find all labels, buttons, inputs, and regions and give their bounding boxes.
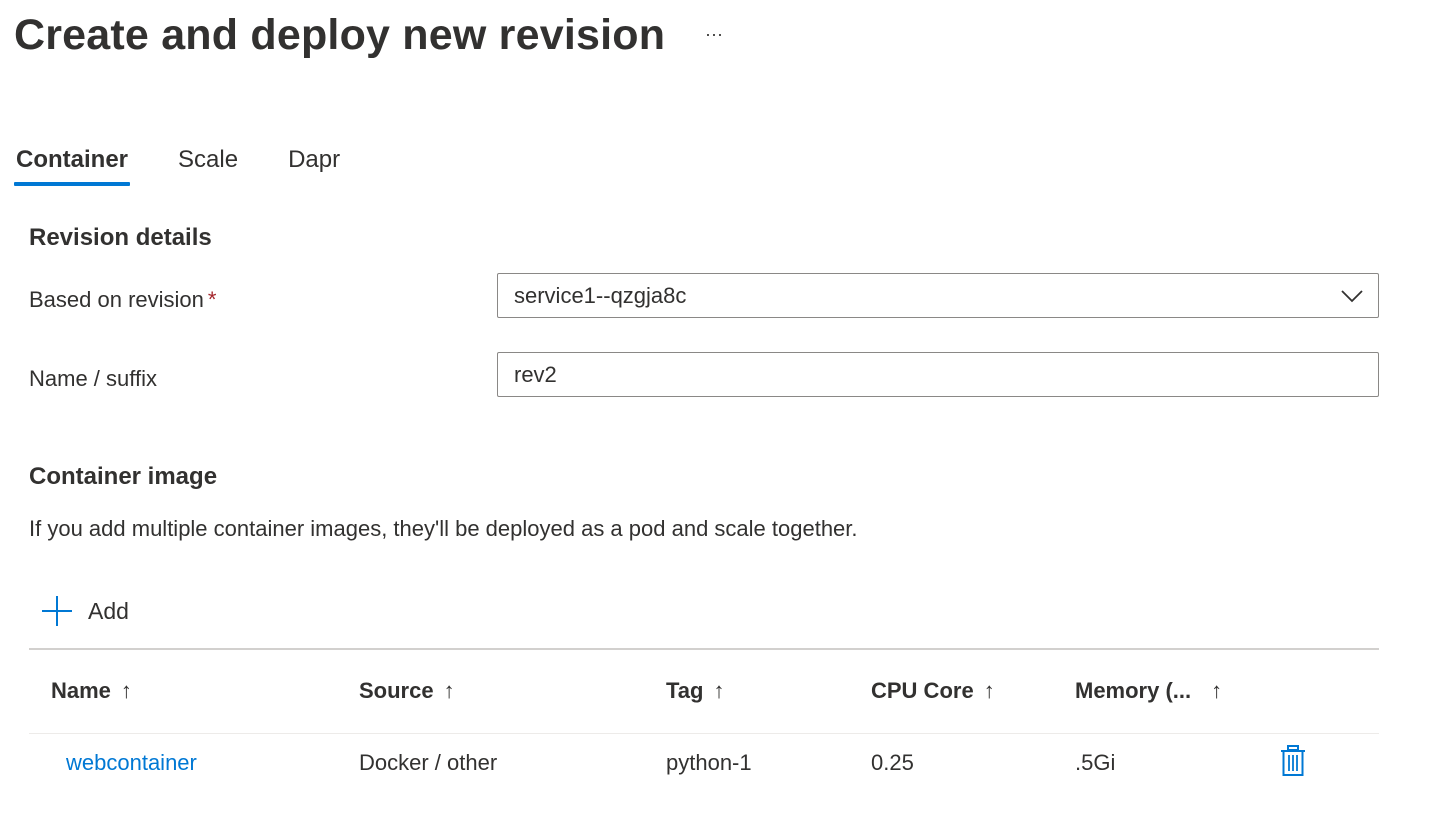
chevron-down-icon xyxy=(1341,290,1363,303)
container-cpu-cell: 0.25 xyxy=(871,750,914,775)
tab-container[interactable]: Container xyxy=(14,140,131,186)
sort-arrow-icon: ↑ xyxy=(120,678,132,703)
container-tag-cell: python-1 xyxy=(666,750,752,775)
container-image-heading: Container image xyxy=(29,463,218,490)
add-label: Add xyxy=(88,597,129,624)
sort-arrow-icon: ↑ xyxy=(713,678,725,703)
container-memory-cell: .5Gi xyxy=(1075,750,1116,775)
based-on-revision-value: service1--qzgja8c xyxy=(514,282,687,308)
tab-scale[interactable]: Scale xyxy=(176,140,240,186)
column-header-label: CPU Core xyxy=(871,678,974,703)
column-header-label: Memory (... xyxy=(1075,678,1192,703)
container-image-description: If you add multiple container images, th… xyxy=(29,516,858,541)
tab-dapr[interactable]: Dapr xyxy=(286,140,342,186)
sort-arrow-icon: ↑ xyxy=(1211,678,1223,703)
column-header-source[interactable]: Source ↑ xyxy=(359,678,455,704)
page: Create and deploy new revision ··· Conta… xyxy=(0,0,1439,818)
column-header-label: Source xyxy=(359,678,434,703)
page-title: Create and deploy new revision xyxy=(14,11,666,59)
column-header-memory[interactable]: Memory (... ↑ xyxy=(1075,678,1222,704)
name-suffix-input[interactable] xyxy=(497,352,1379,397)
column-header-name[interactable]: Name ↑ xyxy=(51,678,132,704)
tab-bar: Container Scale Dapr xyxy=(14,140,388,186)
based-on-revision-dropdown[interactable]: service1--qzgja8c xyxy=(497,273,1379,318)
name-suffix-label: Name / suffix xyxy=(29,366,157,391)
column-header-label: Tag xyxy=(666,678,704,703)
column-header-label: Name xyxy=(51,678,111,703)
more-ellipsis-icon: ··· xyxy=(705,23,723,44)
plus-icon xyxy=(42,596,72,626)
required-marker: * xyxy=(207,287,217,312)
sort-arrow-icon: ↑ xyxy=(443,678,455,703)
revision-details-heading: Revision details xyxy=(29,224,212,251)
table-row-divider xyxy=(29,733,1379,734)
add-container-button[interactable]: Add xyxy=(40,594,129,628)
based-on-revision-label: Based on revision * xyxy=(29,287,216,313)
column-header-cpu-core[interactable]: CPU Core ↑ xyxy=(871,678,995,704)
more-options-button[interactable]: ··· xyxy=(700,20,728,48)
column-header-tag[interactable]: Tag ↑ xyxy=(666,678,724,704)
sort-arrow-icon: ↑ xyxy=(983,678,995,703)
based-on-revision-label-text: Based on revision xyxy=(29,287,204,312)
trash-icon[interactable] xyxy=(1280,745,1306,777)
container-name-link[interactable]: webcontainer xyxy=(66,750,197,776)
container-source-cell: Docker / other xyxy=(359,750,498,775)
table-divider xyxy=(29,648,1379,650)
